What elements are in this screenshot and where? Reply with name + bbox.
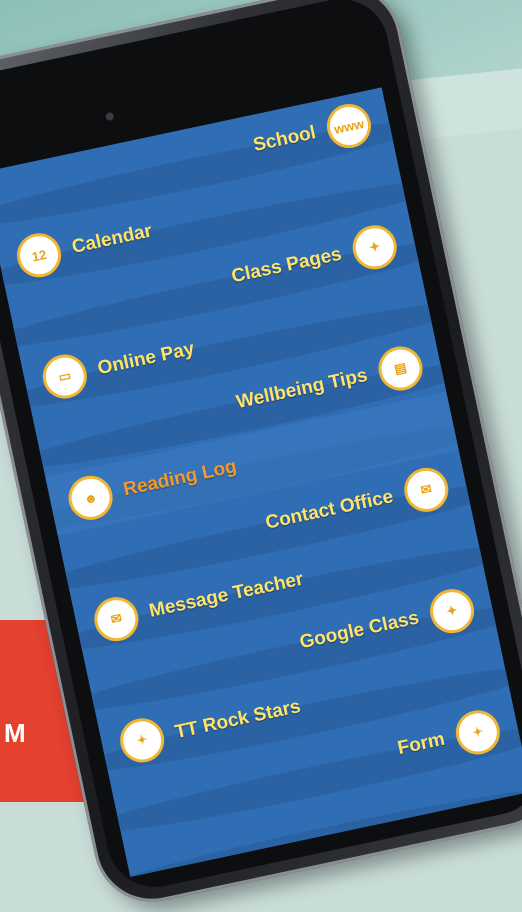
kid-character-icon[interactable]: ✦ [425, 585, 479, 638]
payment-card-icon[interactable]: ▭ [38, 350, 91, 403]
menu-item-label: Online Pay [95, 338, 197, 380]
menu-item-label: Form [395, 728, 447, 760]
phone-email-icon[interactable]: ✉ [400, 463, 453, 516]
menu-item-form[interactable]: Form ✦ [393, 705, 504, 772]
kid-character-icon[interactable]: ✦ [348, 221, 401, 274]
reading-character-icon[interactable]: ☻ [64, 471, 117, 524]
globe-www-icon[interactable]: www [322, 99, 376, 153]
menu-item-label: Message Teacher [147, 568, 306, 622]
front-camera-icon [104, 111, 115, 122]
envelope-icon[interactable]: ✉ [90, 593, 143, 646]
kid-character-icon[interactable]: ✦ [116, 714, 169, 767]
clipboard-icon[interactable]: ▤ [374, 342, 427, 395]
menu-item-label: Calendar [70, 220, 154, 258]
calendar-icon[interactable]: 12 [12, 229, 66, 282]
banner-text: M [4, 718, 26, 748]
menu-item-label: School [251, 122, 318, 157]
kid-character-icon[interactable]: ✦ [451, 706, 504, 759]
